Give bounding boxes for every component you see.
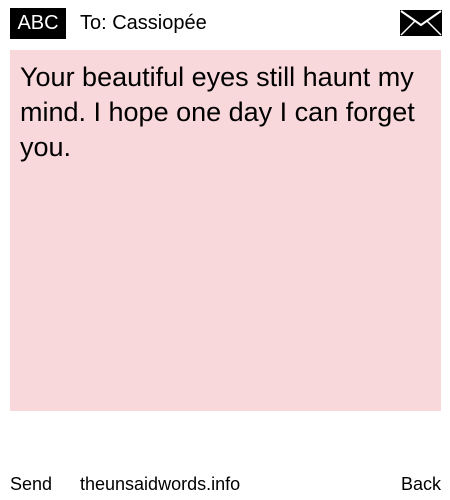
message-header: ABC To: Cassiopée xyxy=(0,0,450,46)
softkey-bar: Send theunsaidwords.info Back xyxy=(0,470,450,498)
site-label: theunsaidwords.info xyxy=(80,474,241,494)
back-button[interactable]: Back xyxy=(401,470,441,498)
recipient-line: To: Cassiopée xyxy=(80,12,207,34)
envelope-icon xyxy=(400,10,442,36)
message-body[interactable]: Your beautiful eyes still haunt my mind.… xyxy=(10,50,441,411)
send-button[interactable]: Send xyxy=(10,470,52,498)
input-mode-badge: ABC xyxy=(10,8,66,39)
message-screen: ABC To: Cassiopée Your beautiful eyes st… xyxy=(0,0,450,500)
